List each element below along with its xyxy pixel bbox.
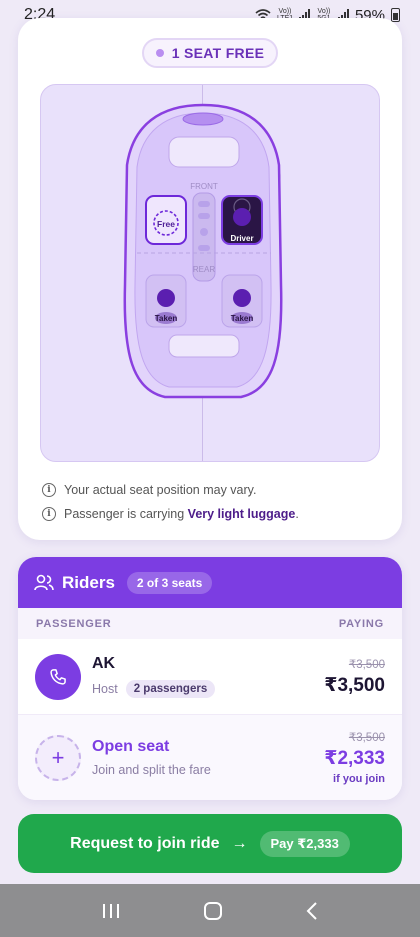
host-info: AK Host 2 passengers [92,655,216,698]
seat-taken-label-1: Taken [155,314,178,323]
front-label: FRONT [190,182,218,191]
open-seat-subtitle: Join and split the fare [92,763,211,777]
host-current-price: ₹3,500 [324,674,385,696]
riders-header: Riders 2 of 3 seats [18,557,402,608]
rear-window [168,334,240,358]
riders-column-headers: PASSENGER PAYING [18,608,402,639]
luggage-note: i Passenger is carrying Very light lugga… [42,502,299,526]
car-layout: FRONT REAR Free Driver Taken Taken [40,84,380,462]
status-dot-icon [155,49,164,57]
phone-icon [50,668,66,685]
seat-notes: i Your actual seat position may vary. i … [42,478,299,526]
add-seat-button[interactable]: + [35,734,81,781]
console-knob [200,228,208,236]
headlight [182,112,224,126]
riders-card: Riders 2 of 3 seats PASSENGER PAYING AK … [18,557,402,800]
open-seat-row[interactable]: + Open seat Join and split the fare ₹3,5… [18,715,402,800]
open-seat-subline: Join and split the fare [92,763,211,777]
request-button-label: Request to join ride [70,834,220,852]
paying-column-header: PAYING [338,617,384,630]
console-slot-2 [198,213,210,219]
arrow-right-icon: → [231,834,248,852]
console-slot-1 [198,201,210,207]
call-host-button[interactable] [35,653,81,700]
info-icon: i [42,507,56,521]
seat-driver-label: Driver [230,234,253,243]
open-seat-current-price: ₹2,333 [324,748,385,769]
home-icon[interactable] [203,901,223,921]
seat-driver: Driver [221,195,263,245]
open-seat-price: ₹3,500 ₹2,333 if you join [324,730,385,785]
luggage-prefix: Passenger is carrying [64,507,188,521]
system-nav-bar [0,884,420,937]
seats-free-label: 1 SEAT FREE [171,45,265,61]
open-seat-old-price: ₹3,500 [348,732,385,744]
passengers-badge: 2 passengers [125,680,216,698]
info-icon: i [42,483,56,497]
rear-label: REAR [193,265,215,274]
battery-icon [391,8,400,22]
request-to-join-button[interactable]: Request to join ride → Pay ₹2,333 [18,814,402,873]
host-name: AK [92,655,116,672]
seat-free[interactable]: Free [145,195,187,245]
seat-position-text: Your actual seat position may vary. [64,483,257,497]
open-seat-note: if you join [333,773,385,785]
riders-title: Riders [62,572,115,592]
host-rider-row: AK Host 2 passengers ₹3,500 ₹3,500 [18,639,402,715]
host-subline: Host 2 passengers [92,680,216,698]
recent-apps-icon[interactable] [101,902,121,920]
console-slot-3 [198,245,210,251]
host-old-price: ₹3,500 [348,658,385,671]
seat-map-card: 1 SEAT FREE FRONT REAR Free Driver Taken… [18,18,402,540]
open-seat-name: Open seat [92,738,170,755]
car-diagram: FRONT REAR Free Driver Taken Taken [123,103,283,399]
pay-amount-pill: Pay ₹2,333 [259,830,350,857]
luggage-value: Very light luggage [187,507,296,521]
host-price: ₹3,500 ₹3,500 [324,657,385,697]
seat-taken-label-2: Taken [231,314,254,323]
seat-taken-rear-right: Taken [221,274,263,328]
seat-position-note: i Your actual seat position may vary. [42,478,299,502]
seats-count-badge: 2 of 3 seats [126,571,213,594]
back-icon[interactable] [305,901,319,921]
luggage-text: Passenger is carrying Very light luggage… [64,507,299,521]
host-role: Host [92,682,118,696]
seats-free-badge: 1 SEAT FREE [142,38,278,68]
luggage-suffix: . [295,507,299,521]
passenger-column-header: PASSENGER [36,617,112,630]
windshield [168,136,240,168]
seat-free-label: Free [157,219,175,229]
users-icon [34,574,54,590]
plus-icon: + [51,744,65,770]
seat-taken-rear-left: Taken [145,274,187,328]
open-seat-info: Open seat Join and split the fare [92,738,211,777]
